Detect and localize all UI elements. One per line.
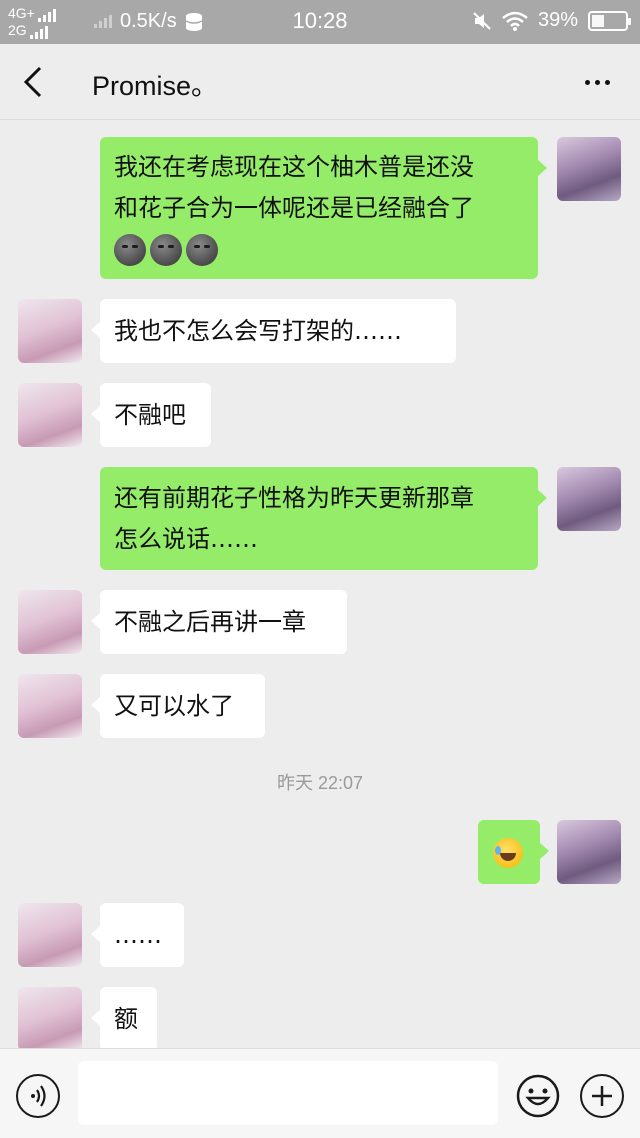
new-moon-face-icon: [150, 234, 182, 266]
message-text: 不融之后再讲一章: [114, 608, 306, 636]
back-button[interactable]: [18, 64, 50, 100]
emoji-icon[interactable]: [516, 1074, 560, 1118]
message-text: ……: [114, 921, 162, 949]
emoji-row: [114, 229, 524, 271]
message-text: 额: [114, 1005, 138, 1033]
message-text: 不融吧: [114, 401, 186, 429]
chat-header: Promise。: [0, 44, 640, 120]
contact-avatar[interactable]: [18, 903, 82, 967]
message-bubble[interactable]: [478, 820, 549, 884]
battery-percent: 39%: [537, 9, 578, 31]
status-right: 39%: [472, 9, 631, 32]
my-avatar[interactable]: [557, 137, 621, 201]
wifi-icon: [502, 11, 528, 31]
contact-avatar[interactable]: [18, 383, 82, 447]
message-text-line: 怎么说话……: [114, 525, 258, 553]
my-avatar[interactable]: [557, 820, 621, 884]
plus-glyph: [592, 1086, 612, 1106]
message-bubble[interactable]: 不融之后再讲一章: [91, 590, 347, 654]
contact-avatar[interactable]: [18, 299, 82, 363]
more-dots-icon[interactable]: [585, 80, 610, 85]
plus-icon[interactable]: [580, 1074, 624, 1118]
contact-avatar[interactable]: [18, 674, 82, 738]
voice-waves-icon: [31, 1085, 46, 1107]
message-bubble[interactable]: 我还在考虑现在这个柚木普是还没 和花子合为一体呢还是已经融合了: [100, 137, 547, 279]
message-bubble[interactable]: ……: [91, 903, 184, 967]
message-list[interactable]: 我还在考虑现在这个柚木普是还没 和花子合为一体呢还是已经融合了 我也不怎么会写打…: [0, 121, 640, 1048]
message-text-line: 和花子合为一体呢还是已经融合了: [114, 194, 474, 222]
contact-avatar[interactable]: [18, 590, 82, 654]
status-bar: 4G+ 2G 0.5K/s 10:28 39%: [0, 0, 640, 44]
chat-title: Promise。: [92, 71, 219, 101]
input-bar: [0, 1048, 640, 1138]
laughing-crying-face-icon: [493, 838, 523, 868]
new-moon-face-icon: [186, 234, 218, 266]
message-bubble[interactable]: 额: [91, 987, 157, 1048]
message-input[interactable]: [78, 1061, 498, 1125]
message-bubble[interactable]: 又可以水了: [91, 674, 265, 738]
voice-icon[interactable]: [16, 1074, 60, 1118]
message-text: 我也不怎么会写打架的……: [114, 317, 402, 345]
new-moon-face-icon: [114, 234, 146, 266]
message-text: 又可以水了: [114, 692, 234, 720]
my-avatar[interactable]: [557, 467, 621, 531]
message-bubble[interactable]: 还有前期花子性格为昨天更新那章 怎么说话……: [100, 467, 547, 570]
message-text-line: 我还在考虑现在这个柚木普是还没: [114, 153, 474, 181]
message-bubble[interactable]: 我也不怎么会写打架的……: [91, 299, 456, 363]
contact-avatar[interactable]: [18, 987, 82, 1048]
mute-icon: [473, 11, 491, 30]
timestamp: 昨天 22:07: [276, 773, 364, 793]
message-text-line: 还有前期花子性格为昨天更新那章: [114, 484, 474, 512]
battery-icon: [588, 10, 631, 31]
message-bubble[interactable]: 不融吧: [91, 383, 211, 447]
